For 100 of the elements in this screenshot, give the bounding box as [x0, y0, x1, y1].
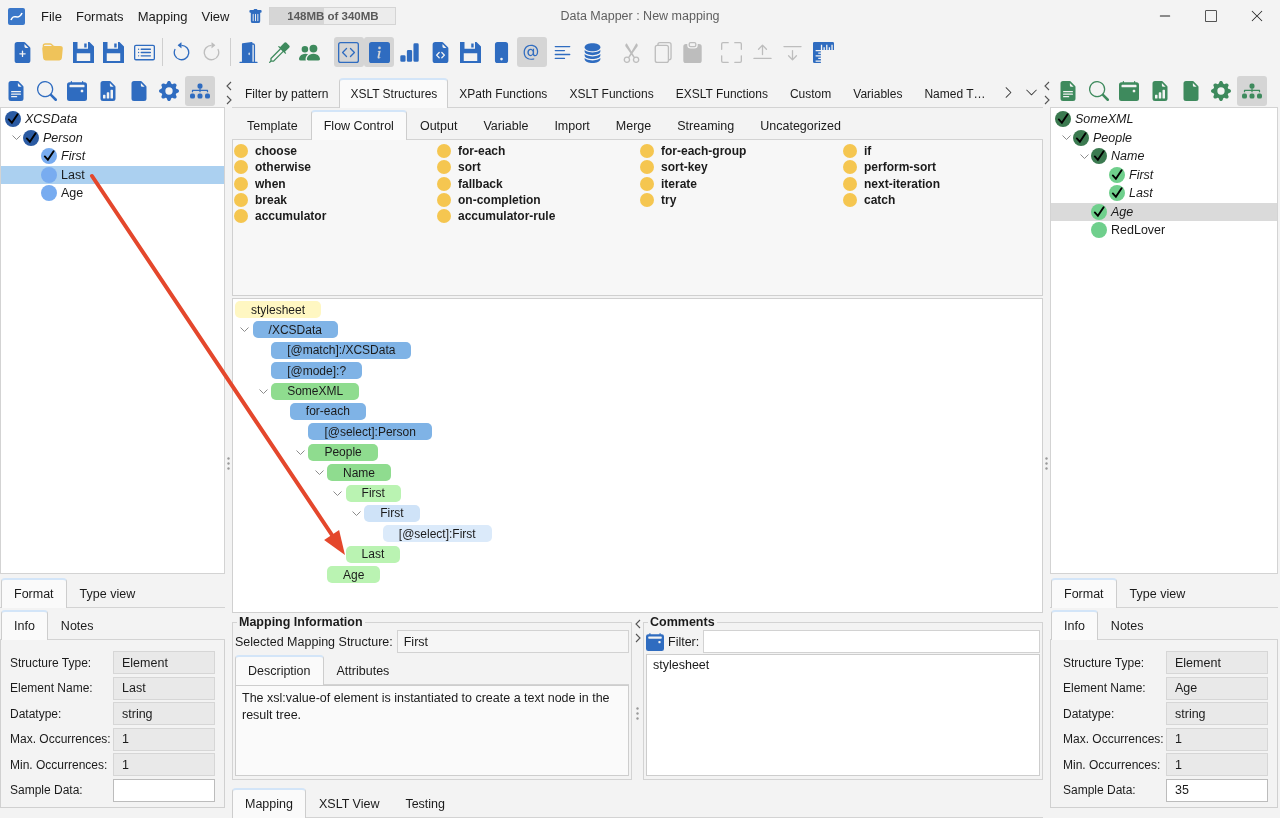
tab[interactable]: Variable [470, 110, 542, 140]
tree-item[interactable]: Last [1051, 184, 1277, 203]
chevron-left-icon[interactable] [225, 81, 232, 91]
structure-item[interactable]: perform-sort [864, 160, 936, 175]
description-text-area[interactable]: The xsl:value-of element is instantiated to create a text node in the result tree. [235, 685, 629, 776]
chevron-down-icon[interactable] [1079, 153, 1089, 159]
diagram-node[interactable]: [@match]:/XCSData [271, 341, 412, 359]
diagram-node[interactable]: People [308, 443, 378, 461]
tree-item[interactable]: People [1051, 128, 1277, 147]
tab[interactable]: Notes [47, 610, 107, 640]
tab[interactable]: Type view [1116, 578, 1199, 608]
tab[interactable]: Format [1, 578, 67, 608]
toolbar-button[interactable] [1237, 76, 1268, 106]
tab[interactable]: Merge [602, 110, 665, 140]
tab[interactable]: Info [1, 610, 48, 640]
chevron-down-icon[interactable] [11, 135, 21, 141]
tree-item[interactable]: Name [1051, 147, 1277, 166]
tab[interactable]: Filter by pattern [234, 78, 340, 108]
tab[interactable]: Named T… [913, 78, 997, 108]
tab[interactable]: Template [234, 110, 311, 140]
chevron-right-icon[interactable] [634, 633, 641, 643]
tab[interactable]: EXSLT Functions [664, 78, 779, 108]
diagram-node[interactable]: /XCSData [252, 321, 338, 339]
text-field[interactable]: string [113, 702, 215, 726]
toolbar-button[interactable] [364, 37, 394, 67]
structure-item[interactable]: choose [255, 144, 297, 159]
diagram-node[interactable]: First [364, 504, 420, 522]
diagram-node[interactable]: Name [327, 464, 391, 482]
tree-item[interactable]: RedLover [1051, 221, 1277, 240]
text-field[interactable]: Element [1166, 651, 1268, 674]
calendar-icon[interactable] [646, 632, 664, 651]
chevron-down-icon[interactable] [240, 327, 250, 333]
chevron-left-icon[interactable] [634, 619, 641, 629]
tab[interactable]: Output [406, 110, 471, 140]
tab[interactable]: XSLT View [305, 788, 393, 818]
structure-item[interactable]: if [864, 144, 872, 159]
tree-item[interactable]: XCSData [1, 110, 224, 129]
text-field[interactable]: 1 [113, 727, 215, 751]
tree-item[interactable]: Age [1051, 202, 1277, 221]
filter-field[interactable] [703, 630, 1040, 653]
structure-item[interactable]: next-iteration [864, 176, 940, 191]
diagram-node[interactable]: stylesheet [235, 301, 322, 318]
tree-item[interactable]: SomeXML [1051, 110, 1277, 129]
structure-item[interactable]: when [255, 176, 286, 191]
diagram-node[interactable]: Age [327, 566, 381, 584]
text-field[interactable]: string [1166, 702, 1268, 726]
tab[interactable]: Format [1051, 578, 1117, 608]
close-icon[interactable] [1250, 9, 1264, 23]
tab[interactable]: XSLT Functions [558, 78, 665, 108]
diagram-node[interactable]: for-each [289, 402, 366, 420]
chevron-down-icon[interactable] [351, 510, 361, 516]
menu-item[interactable]: File [34, 5, 69, 27]
trash-icon[interactable] [248, 8, 264, 24]
tab[interactable]: Testing [392, 788, 458, 818]
diagram-node[interactable]: [@select]:Person [308, 423, 432, 441]
tree-item[interactable]: Person [1, 128, 224, 147]
tab[interactable]: XPath Functions [448, 78, 559, 108]
tab[interactable]: Type view [66, 578, 149, 608]
tab[interactable]: Flow Control [310, 110, 407, 140]
diagram-node[interactable]: [@select]:First [382, 525, 492, 543]
tab[interactable]: Uncategorized [747, 110, 854, 140]
menu-item[interactable]: Mapping [130, 5, 195, 27]
chevron-down-icon[interactable] [1061, 135, 1071, 141]
structure-item[interactable]: accumulator-rule [458, 209, 556, 224]
structure-item[interactable]: for-each-group [661, 144, 747, 159]
tab[interactable]: Notes [1097, 610, 1157, 640]
diagram-node[interactable]: Last [345, 545, 401, 563]
text-field[interactable]: Last [113, 676, 215, 700]
structure-item[interactable]: accumulator [255, 209, 327, 224]
tab[interactable]: Custom [778, 78, 843, 108]
structure-item[interactable]: break [255, 193, 288, 208]
structure-item[interactable]: fallback [458, 176, 503, 191]
chevron-down-icon[interactable] [258, 388, 268, 394]
tree-item[interactable]: Age [1, 184, 224, 203]
chevron-down-icon[interactable] [295, 449, 305, 455]
chevron-right-icon[interactable] [1043, 95, 1050, 105]
tab[interactable]: Streaming [664, 110, 748, 140]
structure-item[interactable]: on-completion [458, 193, 541, 208]
grip-icon[interactable] [1045, 457, 1048, 470]
structure-item[interactable]: iterate [661, 176, 698, 191]
text-field[interactable]: 1 [113, 753, 215, 777]
tab[interactable]: Info [1051, 610, 1098, 640]
chevron-right-icon[interactable] [225, 95, 232, 105]
toolbar-button[interactable] [333, 37, 364, 67]
structure-item[interactable]: catch [864, 193, 896, 208]
text-field[interactable]: 1 [1166, 753, 1268, 777]
diagram-node[interactable]: [@mode]:? [271, 362, 363, 380]
maximize-icon[interactable] [1205, 10, 1217, 22]
tab[interactable]: Variables [842, 78, 914, 108]
comment-entry[interactable]: stylesheet [653, 658, 710, 672]
text-field[interactable] [113, 778, 215, 802]
text-field[interactable]: 35 [1166, 778, 1268, 802]
toolbar-button[interactable] [516, 37, 547, 67]
tree-item[interactable]: First [1051, 165, 1277, 184]
menu-item[interactable]: Formats [68, 5, 131, 27]
diagram-node[interactable]: SomeXML [271, 382, 360, 400]
text-field[interactable]: 1 [1166, 727, 1268, 751]
tree-item[interactable]: Last [1, 165, 224, 184]
tab[interactable]: Description [235, 655, 324, 685]
grip-icon[interactable] [636, 707, 639, 720]
